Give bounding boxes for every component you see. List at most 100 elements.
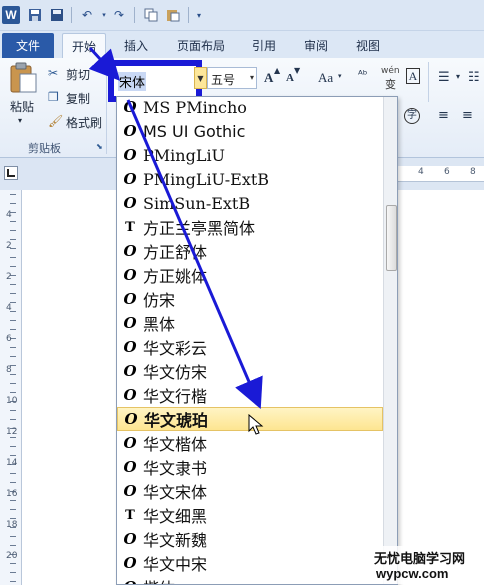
ruler-tick xyxy=(10,545,16,546)
clipboard-launcher-icon[interactable]: ⬊ xyxy=(96,142,103,151)
grow-font-caret-icon: ▲ xyxy=(274,66,281,75)
align-left-icon[interactable]: ≡ xyxy=(438,108,449,123)
align-center-icon[interactable]: ≡ xyxy=(462,108,473,123)
font-list-item[interactable]: T 方正兰亭黑简体 xyxy=(117,215,383,239)
format-painter-icon: 🖌 xyxy=(48,114,64,128)
font-size-value[interactable]: 五号 xyxy=(211,71,235,88)
paste-dropdown-icon[interactable]: ▾ xyxy=(18,116,22,125)
opentype-font-icon: O xyxy=(123,146,137,164)
bullets-icon[interactable]: ☰ xyxy=(438,70,450,85)
ruler-tick xyxy=(10,410,16,411)
scissors-icon: ✂ xyxy=(48,66,59,80)
ruler-tick xyxy=(10,473,16,474)
floppy-save-icon[interactable] xyxy=(48,6,66,24)
cut-button[interactable]: 剪切 xyxy=(66,66,90,83)
tab-view[interactable]: 视图 xyxy=(348,33,388,58)
font-name-label: 华文琥珀 xyxy=(144,411,209,430)
font-list-dropdown[interactable]: O MS PMincho O MS UI Gothic O PMingLiU O PMingL… xyxy=(116,96,398,585)
grow-font-button[interactable]: A xyxy=(264,70,273,86)
format-painter-button[interactable]: 格式刷 xyxy=(66,114,102,131)
tab-selector-icon[interactable] xyxy=(4,166,18,180)
font-list-item[interactable]: O 华文彩云 xyxy=(117,335,383,359)
opentype-font-icon: O xyxy=(123,554,137,572)
numbering-icon[interactable]: ☷ xyxy=(468,70,480,85)
tab-file[interactable]: 文件 xyxy=(2,33,54,58)
font-combo-dropdown-icon[interactable]: ▼ xyxy=(194,67,207,89)
tab-insert[interactable]: 插入 xyxy=(114,33,158,58)
tab-review[interactable]: 审阅 xyxy=(296,33,336,58)
mouse-pointer-icon xyxy=(248,414,264,435)
font-list-item[interactable]: O 华文新魏 xyxy=(117,527,383,551)
opentype-font-icon: O xyxy=(123,266,137,284)
tab-home[interactable]: 开始 xyxy=(62,33,106,58)
font-list-item[interactable]: O 方正姚体 xyxy=(117,263,383,287)
toolbar-separator xyxy=(71,7,72,23)
phonetic-guide-button[interactable]: wén xyxy=(381,66,400,76)
scrollbar-thumb[interactable] xyxy=(386,205,397,271)
opentype-font-icon: O xyxy=(123,338,137,356)
ruler-number: 10 xyxy=(6,396,18,406)
font-size-dropdown-icon[interactable]: ▾ xyxy=(250,73,254,82)
vertical-ruler[interactable]: 4 2 2 4 6 8 10 12 14 16 18 20 xyxy=(0,190,22,585)
document-page[interactable] xyxy=(22,190,118,585)
font-list-item[interactable]: O 华文中宋 xyxy=(117,551,383,575)
ruler-number: 8 xyxy=(470,167,476,177)
change-case-dropdown-icon[interactable]: ▾ xyxy=(338,72,342,80)
font-list-item[interactable]: O楷体 xyxy=(117,575,383,584)
document-page-right[interactable] xyxy=(398,190,484,585)
font-list-item[interactable]: O PMingLiU xyxy=(117,143,383,167)
opentype-font-icon: O xyxy=(123,482,137,500)
change-case-button[interactable]: Aa xyxy=(318,70,333,86)
copy-doc-icon[interactable] xyxy=(142,6,160,24)
copy-icon: ❐ xyxy=(48,90,59,104)
font-size-combo[interactable]: 五号 ▾ xyxy=(207,67,257,89)
font-list-item[interactable]: O 华文行楷 xyxy=(117,383,383,407)
font-list-scrollbar[interactable] xyxy=(383,97,397,584)
toolbar-separator xyxy=(134,7,135,23)
font-name-value[interactable]: 宋体 xyxy=(118,72,147,91)
font-list-item[interactable]: O PMingLiU-ExtB xyxy=(117,167,383,191)
ruler-tick xyxy=(10,482,16,483)
customize-qat-icon[interactable]: ▾ xyxy=(190,6,208,24)
copy-button[interactable]: 复制 xyxy=(66,90,90,107)
char-border-button[interactable]: A xyxy=(406,68,420,84)
clear-format-icon[interactable]: ᴬᵇ xyxy=(358,68,367,81)
tab-page-layout[interactable]: 页面布局 xyxy=(168,33,234,58)
paste-button[interactable]: 粘贴 xyxy=(10,98,34,115)
font-list-item[interactable]: O MS PMincho xyxy=(117,97,383,119)
font-list-item[interactable]: O 华文隶书 xyxy=(117,455,383,479)
tab-references[interactable]: 引用 xyxy=(244,33,284,58)
font-list-item[interactable]: T 华文细黑 xyxy=(117,503,383,527)
ruler-number: 16 xyxy=(6,489,18,499)
opentype-font-icon: O xyxy=(123,170,137,188)
font-list-item[interactable]: O 方正舒体 xyxy=(117,239,383,263)
font-list-item[interactable]: O 仿宋 xyxy=(117,287,383,311)
ruler-number: 6 xyxy=(6,334,12,344)
font-list-item[interactable]: O MS UI Gothic xyxy=(117,119,383,143)
horizontal-ruler[interactable]: 4 6 8 xyxy=(398,166,484,182)
opentype-font-icon: O xyxy=(123,122,137,140)
font-list-item[interactable]: O 黑体 xyxy=(117,311,383,335)
font-list-item[interactable]: O SimSun-ExtB xyxy=(117,191,383,215)
ruler-tick xyxy=(10,356,16,357)
enclose-char-icon[interactable]: 字 xyxy=(404,108,420,124)
shrink-font-button[interactable]: A xyxy=(286,72,294,84)
redo-icon[interactable]: ↷ xyxy=(110,6,128,24)
opentype-font-icon: O xyxy=(124,410,138,428)
opentype-font-icon: O xyxy=(123,362,137,380)
paste-clipboard-icon[interactable] xyxy=(8,62,38,94)
font-name-label: 方正兰亭黑简体 xyxy=(143,219,256,238)
save-icon[interactable] xyxy=(26,6,44,24)
paste-doc-icon[interactable] xyxy=(164,6,182,24)
ruler-tick xyxy=(10,257,16,258)
font-list-item[interactable]: O 华文宋体 xyxy=(117,479,383,503)
undo-icon[interactable]: ↶ xyxy=(78,6,96,24)
bullets-dropdown-icon[interactable]: ▾ xyxy=(456,72,460,81)
ruler-tick xyxy=(10,347,16,348)
opentype-font-icon: O xyxy=(123,434,137,452)
word-logo-icon: W xyxy=(2,6,20,24)
watermark-title: 无忧电脑学习网 xyxy=(374,552,466,567)
font-list-item[interactable]: O 华文仿宋 xyxy=(117,359,383,383)
ruler-tick xyxy=(10,293,16,294)
toolbar-separator xyxy=(188,7,189,23)
